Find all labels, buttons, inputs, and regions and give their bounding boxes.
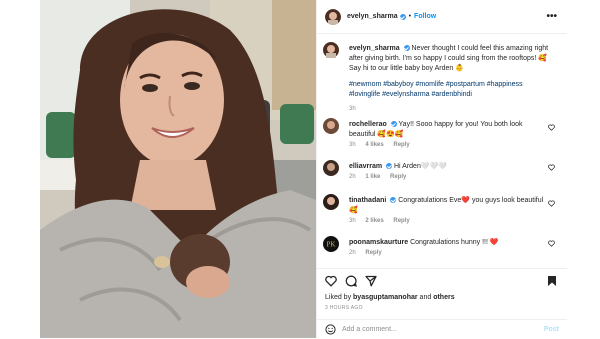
verified-badge-icon [386, 163, 393, 170]
comment-meta: 2h Reply [349, 250, 382, 256]
comment-age: 2h [349, 174, 356, 180]
post-comment-button[interactable]: Post [544, 326, 559, 333]
reply-button[interactable]: Reply [365, 250, 381, 256]
liked-by-prefix: Liked by [325, 294, 354, 301]
comment-username[interactable]: tinathadani [349, 197, 386, 204]
verified-badge-icon [390, 121, 397, 128]
comment-body: Hi Arden🤍🤍🤍 [394, 163, 447, 170]
comment-body: Congratulations hunny !!! ❤️ [410, 239, 499, 246]
comment-item: elliavrram Hi Arden🤍🤍🤍 2h 1 like Reply [323, 160, 559, 190]
heart-icon[interactable] [548, 164, 555, 171]
post-timestamp: 3 HOURS AGO [325, 305, 363, 311]
liked-by-others[interactable]: others [433, 294, 454, 301]
caption-age: 3h [349, 106, 356, 112]
heart-icon[interactable] [548, 200, 555, 207]
comment-likes[interactable]: 1 like [365, 174, 380, 180]
verified-badge-icon [390, 197, 397, 204]
commenter-avatar[interactable]: PK [323, 236, 339, 252]
follow-button[interactable]: Follow [414, 13, 436, 20]
verified-badge-icon [403, 45, 410, 52]
comment-text-block: tinathadani Congratulations Eve❤️ you gu… [349, 196, 549, 216]
liked-by-user[interactable]: byasguptamanohar [353, 294, 418, 301]
post-header: evelyn_sharma • Follow ••• [317, 0, 567, 34]
caption-text-block: evelyn_sharma Never thought I could feel… [349, 44, 549, 100]
comment-text-block: poonamskaurture Congratulations hunny !!… [349, 238, 549, 248]
add-comment-input[interactable]: Add a comment... [342, 326, 397, 333]
caption-username[interactable]: evelyn_sharma [349, 45, 400, 52]
comment-meta: 3h 4 likes Reply [349, 142, 410, 148]
post-actions [317, 268, 567, 293]
comment-meta: 2h 1 like Reply [349, 174, 406, 180]
commenter-avatar[interactable] [323, 118, 339, 134]
more-options-icon[interactable]: ••• [546, 11, 557, 22]
caption-hashtags[interactable]: #newmom #babyboy #momlife #postpartum #h… [349, 81, 523, 98]
comment-likes[interactable]: 2 likes [365, 218, 383, 224]
comment-item: PK poonamskaurture Congratulations hunny… [323, 236, 559, 266]
commenter-avatar[interactable] [323, 160, 339, 176]
liked-by-text: Liked by byasguptamanohar and others [325, 294, 455, 301]
commenter-avatar[interactable] [323, 194, 339, 210]
comment-text-block: rochellerao Yay!! Sooo happy for you! Yo… [349, 120, 549, 140]
comment-username[interactable]: rochellerao [349, 121, 387, 128]
post-photo[interactable] [40, 0, 316, 338]
author-avatar[interactable] [325, 8, 341, 25]
comment-meta: 3h 2 likes Reply [349, 218, 410, 224]
caption: evelyn_sharma Never thought I could feel… [323, 42, 559, 112]
comment-age: 3h [349, 142, 356, 148]
emoji-icon[interactable] [325, 324, 336, 335]
comment-username[interactable]: elliavrram [349, 163, 382, 170]
reply-button[interactable]: Reply [393, 218, 409, 224]
save-bookmark-icon[interactable] [547, 275, 557, 287]
verified-badge-icon [399, 13, 406, 20]
heart-icon[interactable] [548, 240, 555, 247]
post-sidebar: evelyn_sharma • Follow ••• evelyn_sharma… [316, 0, 567, 338]
comment-item: rochellerao Yay!! Sooo happy for you! Yo… [323, 118, 559, 158]
comment-username[interactable]: poonamskaurture [349, 239, 408, 246]
comment-likes[interactable]: 4 likes [365, 142, 383, 148]
comment-age: 3h [349, 218, 356, 224]
like-heart-icon[interactable] [325, 275, 337, 287]
comment-icon[interactable] [345, 275, 357, 287]
comment-item: tinathadani Congratulations Eve❤️ you gu… [323, 194, 559, 234]
share-icon[interactable] [365, 275, 377, 287]
reply-button[interactable]: Reply [393, 142, 409, 148]
heart-icon[interactable] [548, 124, 555, 131]
add-comment-bar: Add a comment... Post [317, 319, 567, 339]
comment-age: 2h [349, 250, 356, 256]
caption-author-avatar[interactable] [323, 42, 339, 58]
comment-text-block: elliavrram Hi Arden🤍🤍🤍 [349, 162, 549, 172]
svg-text:PK: PK [327, 241, 336, 249]
separator-dot: • [408, 13, 412, 20]
post-image [40, 0, 316, 338]
author-username[interactable]: evelyn_sharma [347, 13, 398, 20]
reply-button[interactable]: Reply [390, 174, 406, 180]
liked-by-and: and [417, 294, 434, 301]
